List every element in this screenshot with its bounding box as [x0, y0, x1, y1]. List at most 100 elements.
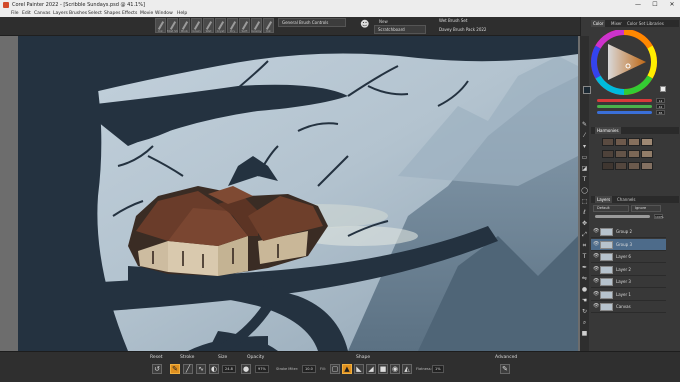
harmony-swatch[interactable] [602, 150, 614, 158]
visibility-eye-icon[interactable]: 👁 [593, 254, 599, 259]
canvas-area[interactable] [0, 36, 580, 351]
rotate-tool-icon[interactable]: ↻ [581, 308, 588, 315]
canvas-artwork[interactable] [18, 36, 578, 351]
tab-color-set-libraries[interactable]: Color Set Libraries [625, 20, 666, 27]
reset-tool-icon[interactable]: ↺ [152, 364, 162, 374]
layer-row[interactable]: 👁 Layer 2 [591, 264, 666, 276]
menu-edit[interactable]: Edit [22, 10, 31, 17]
secondary-color-swatch[interactable] [660, 86, 666, 92]
layer-row[interactable]: 👁 Canvas [591, 301, 666, 313]
menu-file[interactable]: File [11, 10, 19, 17]
visibility-eye-icon[interactable]: 👁 [593, 266, 599, 272]
opacity-value[interactable]: 97% [255, 365, 269, 373]
layer-row[interactable]: 👁 Layer 1 [591, 289, 666, 301]
menu-movie[interactable]: Movie [140, 10, 153, 17]
layer-row[interactable]: 👁 Group 2 [591, 226, 666, 238]
color-swatch-icon[interactable]: ■ [581, 330, 588, 337]
visibility-eye-icon[interactable]: 👁 [593, 279, 599, 284]
shape-round-icon[interactable]: ◉ [390, 364, 400, 374]
lasso-tool-icon[interactable]: ℓ [581, 209, 588, 216]
size-icon[interactable]: ◐ [209, 364, 219, 374]
menu-shapes[interactable]: Shapes [104, 10, 120, 17]
harmony-swatch[interactable] [641, 150, 653, 158]
ignore-dropdown[interactable]: Ignore [631, 205, 661, 212]
stroke-pen-icon[interactable]: ✎ [170, 364, 180, 374]
shape-cap-icon[interactable]: ◢ [366, 364, 376, 374]
menu-layers[interactable]: Layers [53, 10, 68, 17]
mirror-tool-icon[interactable]: ⇋ [581, 275, 588, 282]
harmony-swatch[interactable] [602, 138, 614, 146]
harmony-swatch[interactable] [628, 162, 640, 170]
harmony-swatch[interactable] [641, 138, 653, 146]
advanced-settings-icon[interactable]: ✎ [500, 364, 510, 374]
menu-brushes[interactable]: Brushes [69, 10, 87, 17]
harmony-swatch[interactable] [628, 150, 640, 158]
blue-slider[interactable] [597, 111, 652, 114]
green-value[interactable]: 42 [656, 104, 665, 109]
pen-tool-icon[interactable]: ✒ [581, 264, 588, 271]
menu-canvas[interactable]: Canvas [34, 10, 51, 17]
visibility-eye-icon[interactable]: 👁 [593, 241, 599, 247]
stroke-line-icon[interactable]: ╱ [183, 364, 193, 374]
transform-tool-icon[interactable]: ⤢ [581, 231, 588, 238]
harmony-swatch[interactable] [628, 138, 640, 146]
new-label[interactable]: New [379, 19, 388, 24]
visibility-eye-icon[interactable]: 👁 [593, 304, 599, 309]
visibility-eye-icon[interactable]: 👁 [593, 291, 599, 297]
tab-layers[interactable]: Layers [595, 196, 613, 203]
shape-square-icon[interactable]: ■ [378, 364, 388, 374]
primary-color-swatch[interactable] [583, 86, 591, 94]
close-button[interactable]: ✕ [664, 0, 680, 10]
color-wheel[interactable] [588, 30, 660, 96]
menu-help[interactable]: Help [177, 10, 187, 17]
harmony-swatch[interactable] [602, 162, 614, 170]
menu-select[interactable]: Select [88, 10, 102, 17]
magnifier-tool-icon[interactable]: ⌕ [581, 319, 588, 326]
harmony-swatch[interactable] [641, 162, 653, 170]
visibility-eye-icon[interactable]: 👁 [593, 229, 599, 234]
scratchboard-icon[interactable]: ☻ [360, 20, 369, 30]
composite-method-dropdown[interactable]: Default [593, 205, 629, 212]
brush-set-label[interactable]: Wet Brush Set [436, 17, 542, 26]
scratchboard-dropdown[interactable]: Scratchboard [374, 25, 426, 34]
move-tool-icon[interactable]: ✥ [581, 220, 588, 227]
red-value[interactable]: 12 [656, 98, 665, 103]
fill-none-icon[interactable]: ▢ [330, 364, 340, 374]
flatness-value[interactable]: 1% [432, 365, 444, 373]
tab-color[interactable]: Color [591, 20, 606, 27]
text-tool-icon-2[interactable]: T [581, 253, 588, 260]
size-value[interactable]: 24.8 [222, 365, 236, 373]
shape-fill-icon[interactable]: ▲ [342, 364, 352, 374]
selection-tool-icon[interactable]: ⬚ [581, 198, 588, 205]
grabber-tool-icon[interactable]: ☚ [581, 297, 588, 304]
general-brush-controls-button[interactable]: General Brush Controls [278, 18, 346, 27]
layer-row[interactable]: 👁 Layer 6 [591, 251, 666, 263]
menu-window[interactable]: Window [155, 10, 173, 17]
miter-value[interactable]: 10.0 [302, 365, 316, 373]
menu-effects[interactable]: Effects [122, 10, 137, 17]
gradient-tool-icon[interactable]: ◪ [581, 165, 588, 172]
red-slider[interactable] [597, 99, 652, 102]
opacity-slider[interactable] [595, 215, 650, 218]
tab-channels[interactable]: Channels [615, 196, 638, 203]
green-slider[interactable] [597, 105, 652, 108]
dropper-tool-icon[interactable]: ⁄ [581, 132, 588, 139]
opacity-icon[interactable]: ● [241, 364, 251, 374]
brush-pack-label[interactable]: Davey Brush Pack 2022 [436, 26, 542, 35]
layer-row[interactable]: 👁 Layer 3 [591, 276, 666, 288]
blue-value[interactable]: 65 [656, 110, 665, 115]
crop-tool-icon[interactable]: ⌗ [581, 242, 588, 249]
paint-bucket-icon[interactable]: ▾ [581, 143, 588, 150]
harmony-swatch[interactable] [615, 162, 627, 170]
shape-close-icon[interactable]: ◭ [402, 364, 412, 374]
minimize-button[interactable]: — [630, 0, 646, 10]
stroke-curve-icon[interactable]: ∿ [196, 364, 206, 374]
harmonies-title[interactable]: Harmonies [595, 127, 621, 134]
brush-tool-icon[interactable]: ✎ [581, 121, 588, 128]
shape-join-icon[interactable]: ◣ [354, 364, 364, 374]
text-tool-icon[interactable]: T [581, 176, 588, 183]
tab-mixer[interactable]: Mixer [609, 20, 624, 27]
layer-opacity-value[interactable]: 100% [654, 214, 664, 219]
shape-tool-icon[interactable]: ◯ [581, 187, 588, 194]
layer-row[interactable]: 👁 Group 3 [591, 238, 666, 251]
